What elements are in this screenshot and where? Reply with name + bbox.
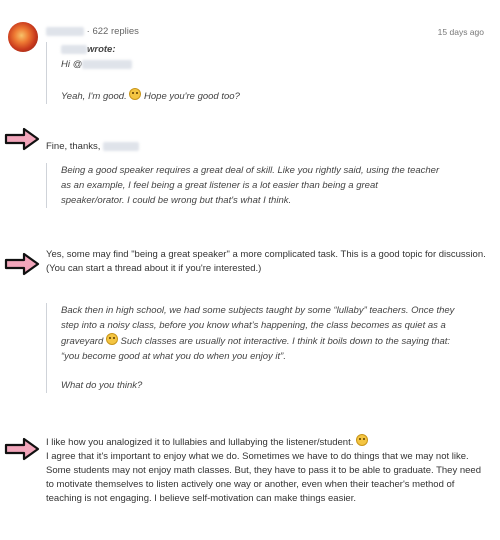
reply-2-text: Yes, some may find "being a great speake… [46,249,486,274]
meta-bullet: · [86,26,90,37]
quote-line-text: Yeah, I'm good. [61,91,127,102]
reply-count: 622 replies [92,26,139,37]
reply-3-text-2: I agree that it's important to enjoy wha… [46,451,481,504]
quoted-username-redacted [61,44,87,54]
smiley-emoji-icon [129,88,142,100]
username-redacted[interactable] [46,26,84,36]
right-arrow-icon [4,437,40,461]
quote-greeting: Hi @ [61,57,481,72]
reply-2: Yes, some may find "being a great speake… [46,248,486,276]
quote-3-paragraph: Back then in high school, we had some su… [61,303,466,364]
wrote-label: wrote: [87,44,116,55]
quote-line-text-2: Hope you're good too? [144,91,240,102]
reply-1: Fine, thanks, [46,140,140,154]
reply-3-text-1: I like how you analogized it to lullabie… [46,437,354,448]
quote-2-text: Being a good speaker requires a great de… [61,165,440,206]
reply-3-line-1: I like how you analogized it to lullabie… [46,434,486,450]
reply-3: I like how you analogized it to lullabie… [46,434,486,506]
sleepy-emoji-icon [105,333,118,345]
right-arrow-icon [4,252,40,276]
quote-3-question: What do you think? [61,380,143,391]
quote-block-2: Being a good speaker requires a great de… [46,163,441,208]
reply-1-text: Fine, thanks, [46,141,101,152]
quote-author-line: wrote: [61,42,481,57]
quote-3-text-2: Such classes are usually not interactive… [61,336,451,362]
quote-block-1: wrote: Hi @ Yeah, I'm good. Hope you're … [46,42,481,104]
quote-block-3: Back then in high school, we had some su… [46,303,466,393]
right-arrow-icon [4,127,40,151]
laughing-emoji-icon [356,434,368,446]
greeting-text: Hi @ [61,59,83,70]
mention-redacted [82,59,133,69]
quote-line: Yeah, I'm good. Hope you're good too? [61,88,481,104]
post-meta: · 622 replies [46,26,139,37]
post-timestamp: 15 days ago [437,27,484,37]
reply-1-name-redacted [103,141,140,151]
user-avatar[interactable] [8,22,38,52]
